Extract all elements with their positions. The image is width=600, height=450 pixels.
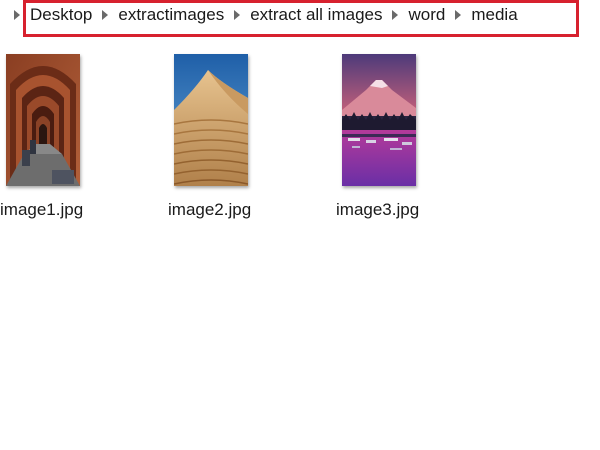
image3-thumbnail[interactable] [342,54,416,186]
file-name[interactable]: image1.jpg [0,200,83,220]
file-item-image1[interactable]: image1.jpg [0,54,110,222]
image1-thumbnail[interactable] [6,54,80,186]
file-name[interactable]: image2.jpg [168,200,251,220]
breadcrumb-highlight-box [23,0,579,37]
file-item-image3[interactable]: image3.jpg [336,54,446,222]
chevron-right-icon[interactable] [10,5,24,25]
file-item-image2[interactable]: image2.jpg [168,54,278,222]
file-name[interactable]: image3.jpg [336,200,419,220]
file-explorer-window: Desktop extractimages extract all images… [0,0,600,450]
image2-thumbnail[interactable] [174,54,248,186]
